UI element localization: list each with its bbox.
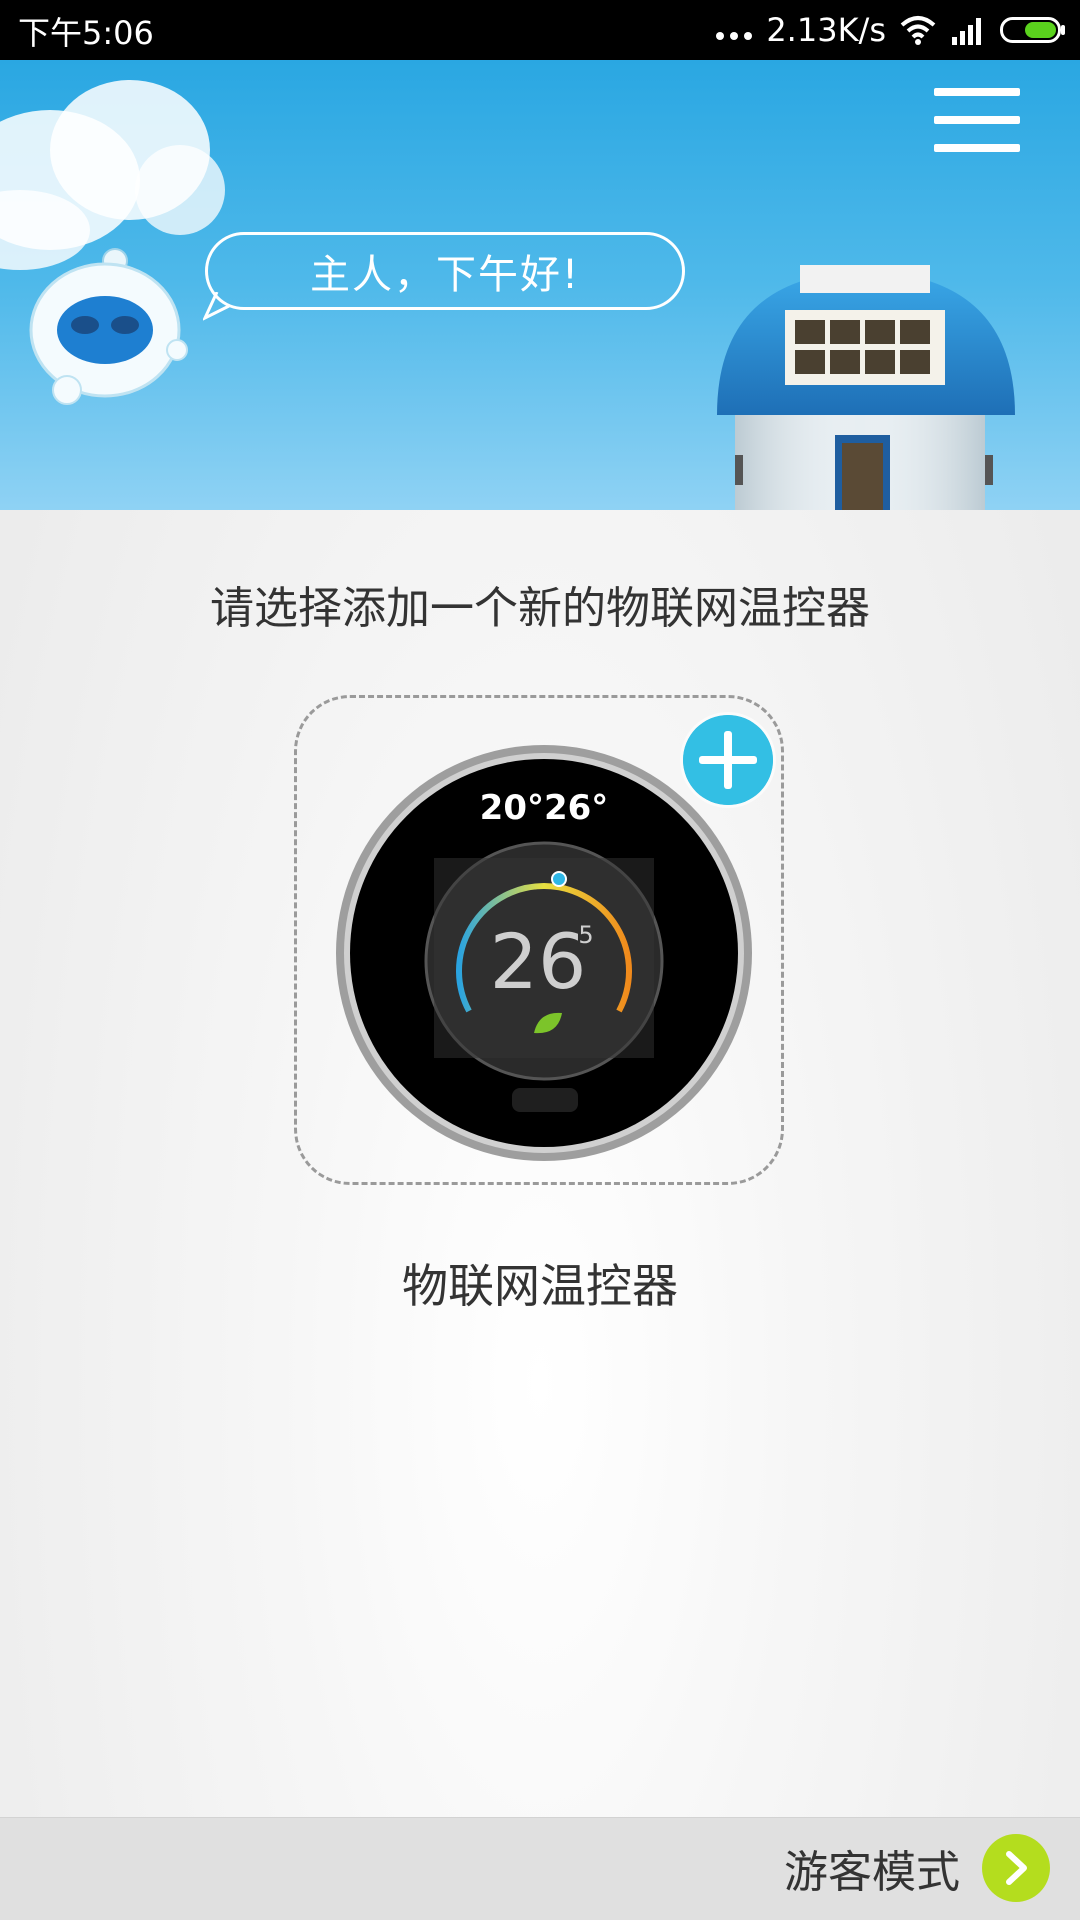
thermostat-temp-main: 26 [490, 917, 587, 1006]
status-time: 下午5:06 [18, 14, 154, 52]
header-banner: 主人，下午好! [0, 60, 1080, 510]
chevron-right-icon [982, 1834, 1050, 1902]
greeting-bubble: 主人，下午好! [205, 232, 685, 310]
select-device-prompt: 请选择添加一个新的物联网温控器 [210, 583, 870, 634]
bubble-tail [203, 292, 230, 321]
status-bar: 下午5:06 2.13K/s [0, 0, 1080, 60]
plus-icon[interactable] [683, 715, 773, 805]
more-dots-icon [716, 32, 753, 40]
wifi-icon [900, 16, 936, 45]
signal-icon [952, 18, 981, 45]
robot-mascot-icon [29, 248, 188, 405]
device-name-label: 物联网温控器 [402, 1259, 678, 1313]
menu-button[interactable] [934, 88, 1020, 152]
guest-mode-button[interactable]: 游客模式 [784, 1834, 1050, 1902]
app-screen: 下午5:06 2.13K/s 主人，下午好! 请选择添加一个新的物联网温控器 2… [0, 0, 1080, 1920]
thermostat-device-card[interactable]: 20°26° 26 5 [294, 695, 784, 1185]
greeting-text: 主人，下午好! [309, 252, 581, 298]
thermostat-image: 20°26° 26 5 [336, 745, 752, 1161]
thermostat-temp-decimal: 5 [578, 921, 593, 949]
bottom-bar: 游客模式 [0, 1817, 1080, 1920]
status-icons: 2.13K/s [716, 8, 1066, 52]
network-speed: 2.13K/s [766, 11, 886, 49]
guest-mode-label: 游客模式 [784, 1847, 960, 1898]
house-illustration [717, 265, 1015, 510]
battery-icon [1000, 17, 1065, 43]
thermostat-setpoints: 20°26° [480, 788, 609, 828]
